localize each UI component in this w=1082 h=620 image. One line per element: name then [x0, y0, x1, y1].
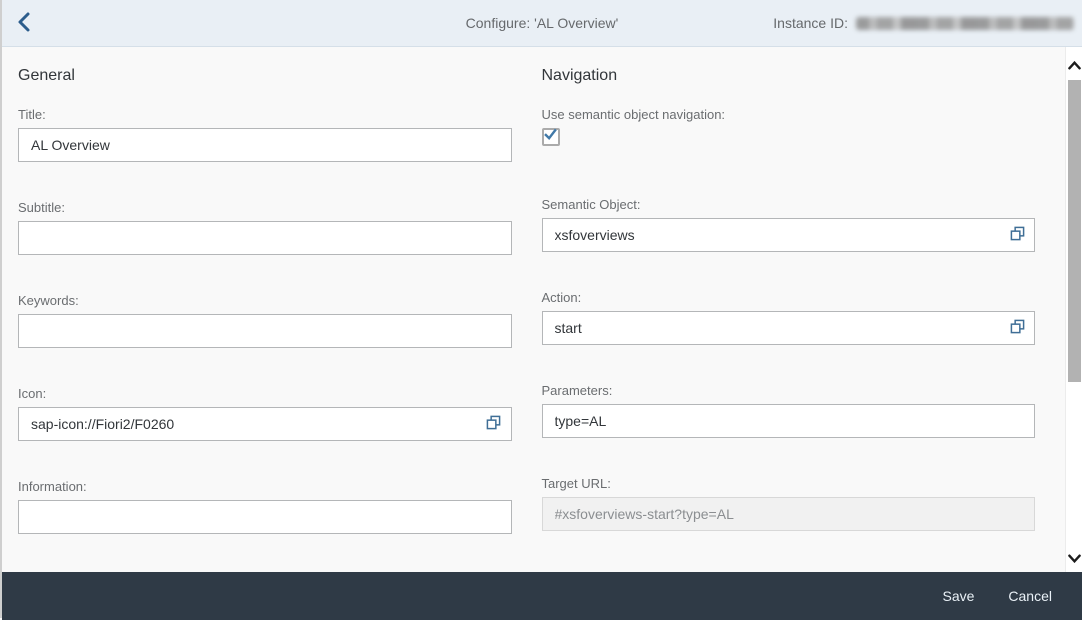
keywords-field: Keywords:	[18, 293, 512, 348]
parameters-label: Parameters:	[542, 383, 1036, 398]
checkmark-icon	[544, 128, 557, 146]
subtitle-label: Subtitle:	[18, 200, 512, 215]
parameters-field: Parameters:	[542, 383, 1036, 438]
keywords-label: Keywords:	[18, 293, 512, 308]
scroll-up-button[interactable]	[1066, 55, 1082, 75]
parameters-input[interactable]	[542, 404, 1036, 438]
navigation-heading: Navigation	[542, 67, 1036, 85]
icon-label: Icon:	[18, 386, 512, 401]
scroll-down-button[interactable]	[1066, 548, 1082, 568]
title-label: Title:	[18, 107, 512, 122]
semantic-object-field: Semantic Object:	[542, 197, 1036, 252]
keywords-input[interactable]	[18, 314, 512, 348]
chevron-up-icon	[1068, 58, 1081, 73]
back-icon	[15, 11, 34, 36]
save-button[interactable]: Save	[930, 582, 986, 610]
action-value-help-button[interactable]	[1008, 319, 1026, 337]
back-button[interactable]	[2, 0, 46, 46]
action-field: Action:	[542, 290, 1036, 345]
action-input[interactable]	[542, 311, 1036, 345]
semantic-object-label: Semantic Object:	[542, 197, 1036, 212]
action-label: Action:	[542, 290, 1036, 305]
semantic-object-input[interactable]	[542, 218, 1036, 252]
value-help-icon	[1010, 319, 1025, 337]
instance-id-redacted-value	[856, 17, 1074, 30]
information-field: Information:	[18, 479, 512, 534]
vertical-scrollbar	[1065, 47, 1082, 572]
dialog-header: Configure: 'AL Overview' Instance ID:	[2, 0, 1082, 47]
configure-tile-dialog: Configure: 'AL Overview' Instance ID: Ge…	[0, 0, 1082, 618]
target-url-label: Target URL:	[542, 476, 1036, 491]
section-navigation: Navigation Use semantic object navigatio…	[542, 63, 1036, 572]
title-input[interactable]	[18, 128, 512, 162]
dialog-title: Configure: 'AL Overview'	[466, 15, 619, 31]
subtitle-field: Subtitle:	[18, 200, 512, 255]
cancel-button[interactable]: Cancel	[996, 582, 1064, 610]
value-help-icon	[486, 415, 501, 433]
information-label: Information:	[18, 479, 512, 494]
instance-id-label: Instance ID:	[773, 15, 848, 31]
icon-field: Icon:	[18, 386, 512, 441]
general-heading: General	[18, 67, 512, 85]
scrollbar-thumb[interactable]	[1068, 80, 1081, 382]
use-semantic-object-checkbox[interactable]	[542, 128, 560, 146]
dialog-content: General Title: Subtitle: Keywords:	[2, 47, 1082, 572]
semantic-navigation-field: Use semantic object navigation:	[542, 107, 1036, 146]
use-semantic-object-label: Use semantic object navigation:	[542, 107, 1036, 122]
subtitle-input[interactable]	[18, 221, 512, 255]
title-field: Title:	[18, 107, 512, 162]
chevron-down-icon	[1068, 551, 1081, 566]
icon-input[interactable]	[18, 407, 512, 441]
icon-value-help-button[interactable]	[485, 415, 503, 433]
information-input[interactable]	[18, 500, 512, 534]
dialog-footer-bar: Save Cancel	[2, 572, 1082, 620]
semantic-object-value-help-button[interactable]	[1008, 226, 1026, 244]
target-url-input	[542, 497, 1036, 531]
section-general: General Title: Subtitle: Keywords:	[18, 63, 512, 572]
target-url-field: Target URL:	[542, 476, 1036, 531]
instance-id-group: Instance ID:	[773, 15, 1074, 31]
value-help-icon	[1010, 226, 1025, 244]
